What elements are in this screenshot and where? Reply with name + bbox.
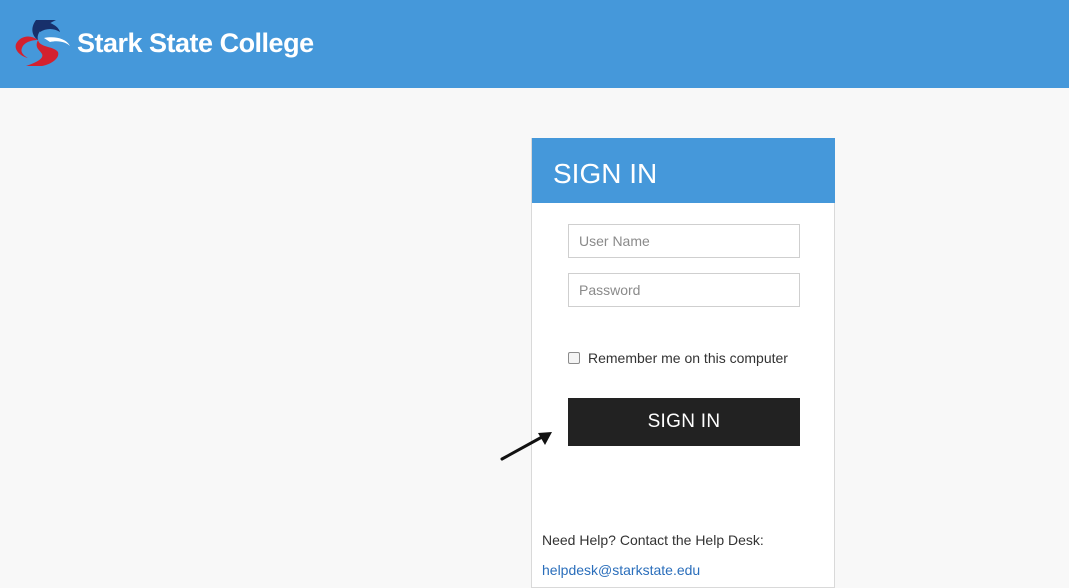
sign-in-card: SIGN IN Remember me on this computer SIG… (531, 138, 835, 588)
top-header-bar: Stark State College (0, 0, 1069, 88)
password-input[interactable] (568, 273, 800, 307)
remember-me-label[interactable]: Remember me on this computer (588, 349, 788, 367)
remember-me-row[interactable]: Remember me on this computer (568, 349, 788, 367)
sign-in-button[interactable]: SIGN IN (568, 398, 800, 446)
stark-state-logo-icon[interactable] (14, 18, 72, 68)
help-desk-email-link[interactable]: helpdesk@starkstate.edu (542, 561, 700, 579)
sign-in-card-header: SIGN IN (532, 138, 835, 203)
remember-me-checkbox[interactable] (568, 352, 580, 364)
sign-in-title: SIGN IN (553, 158, 658, 189)
arrow-pointer-icon (500, 432, 552, 461)
brand-name[interactable]: Stark State College (77, 27, 314, 59)
help-desk-text: Need Help? Contact the Help Desk: (542, 532, 764, 548)
username-input[interactable] (568, 224, 800, 258)
